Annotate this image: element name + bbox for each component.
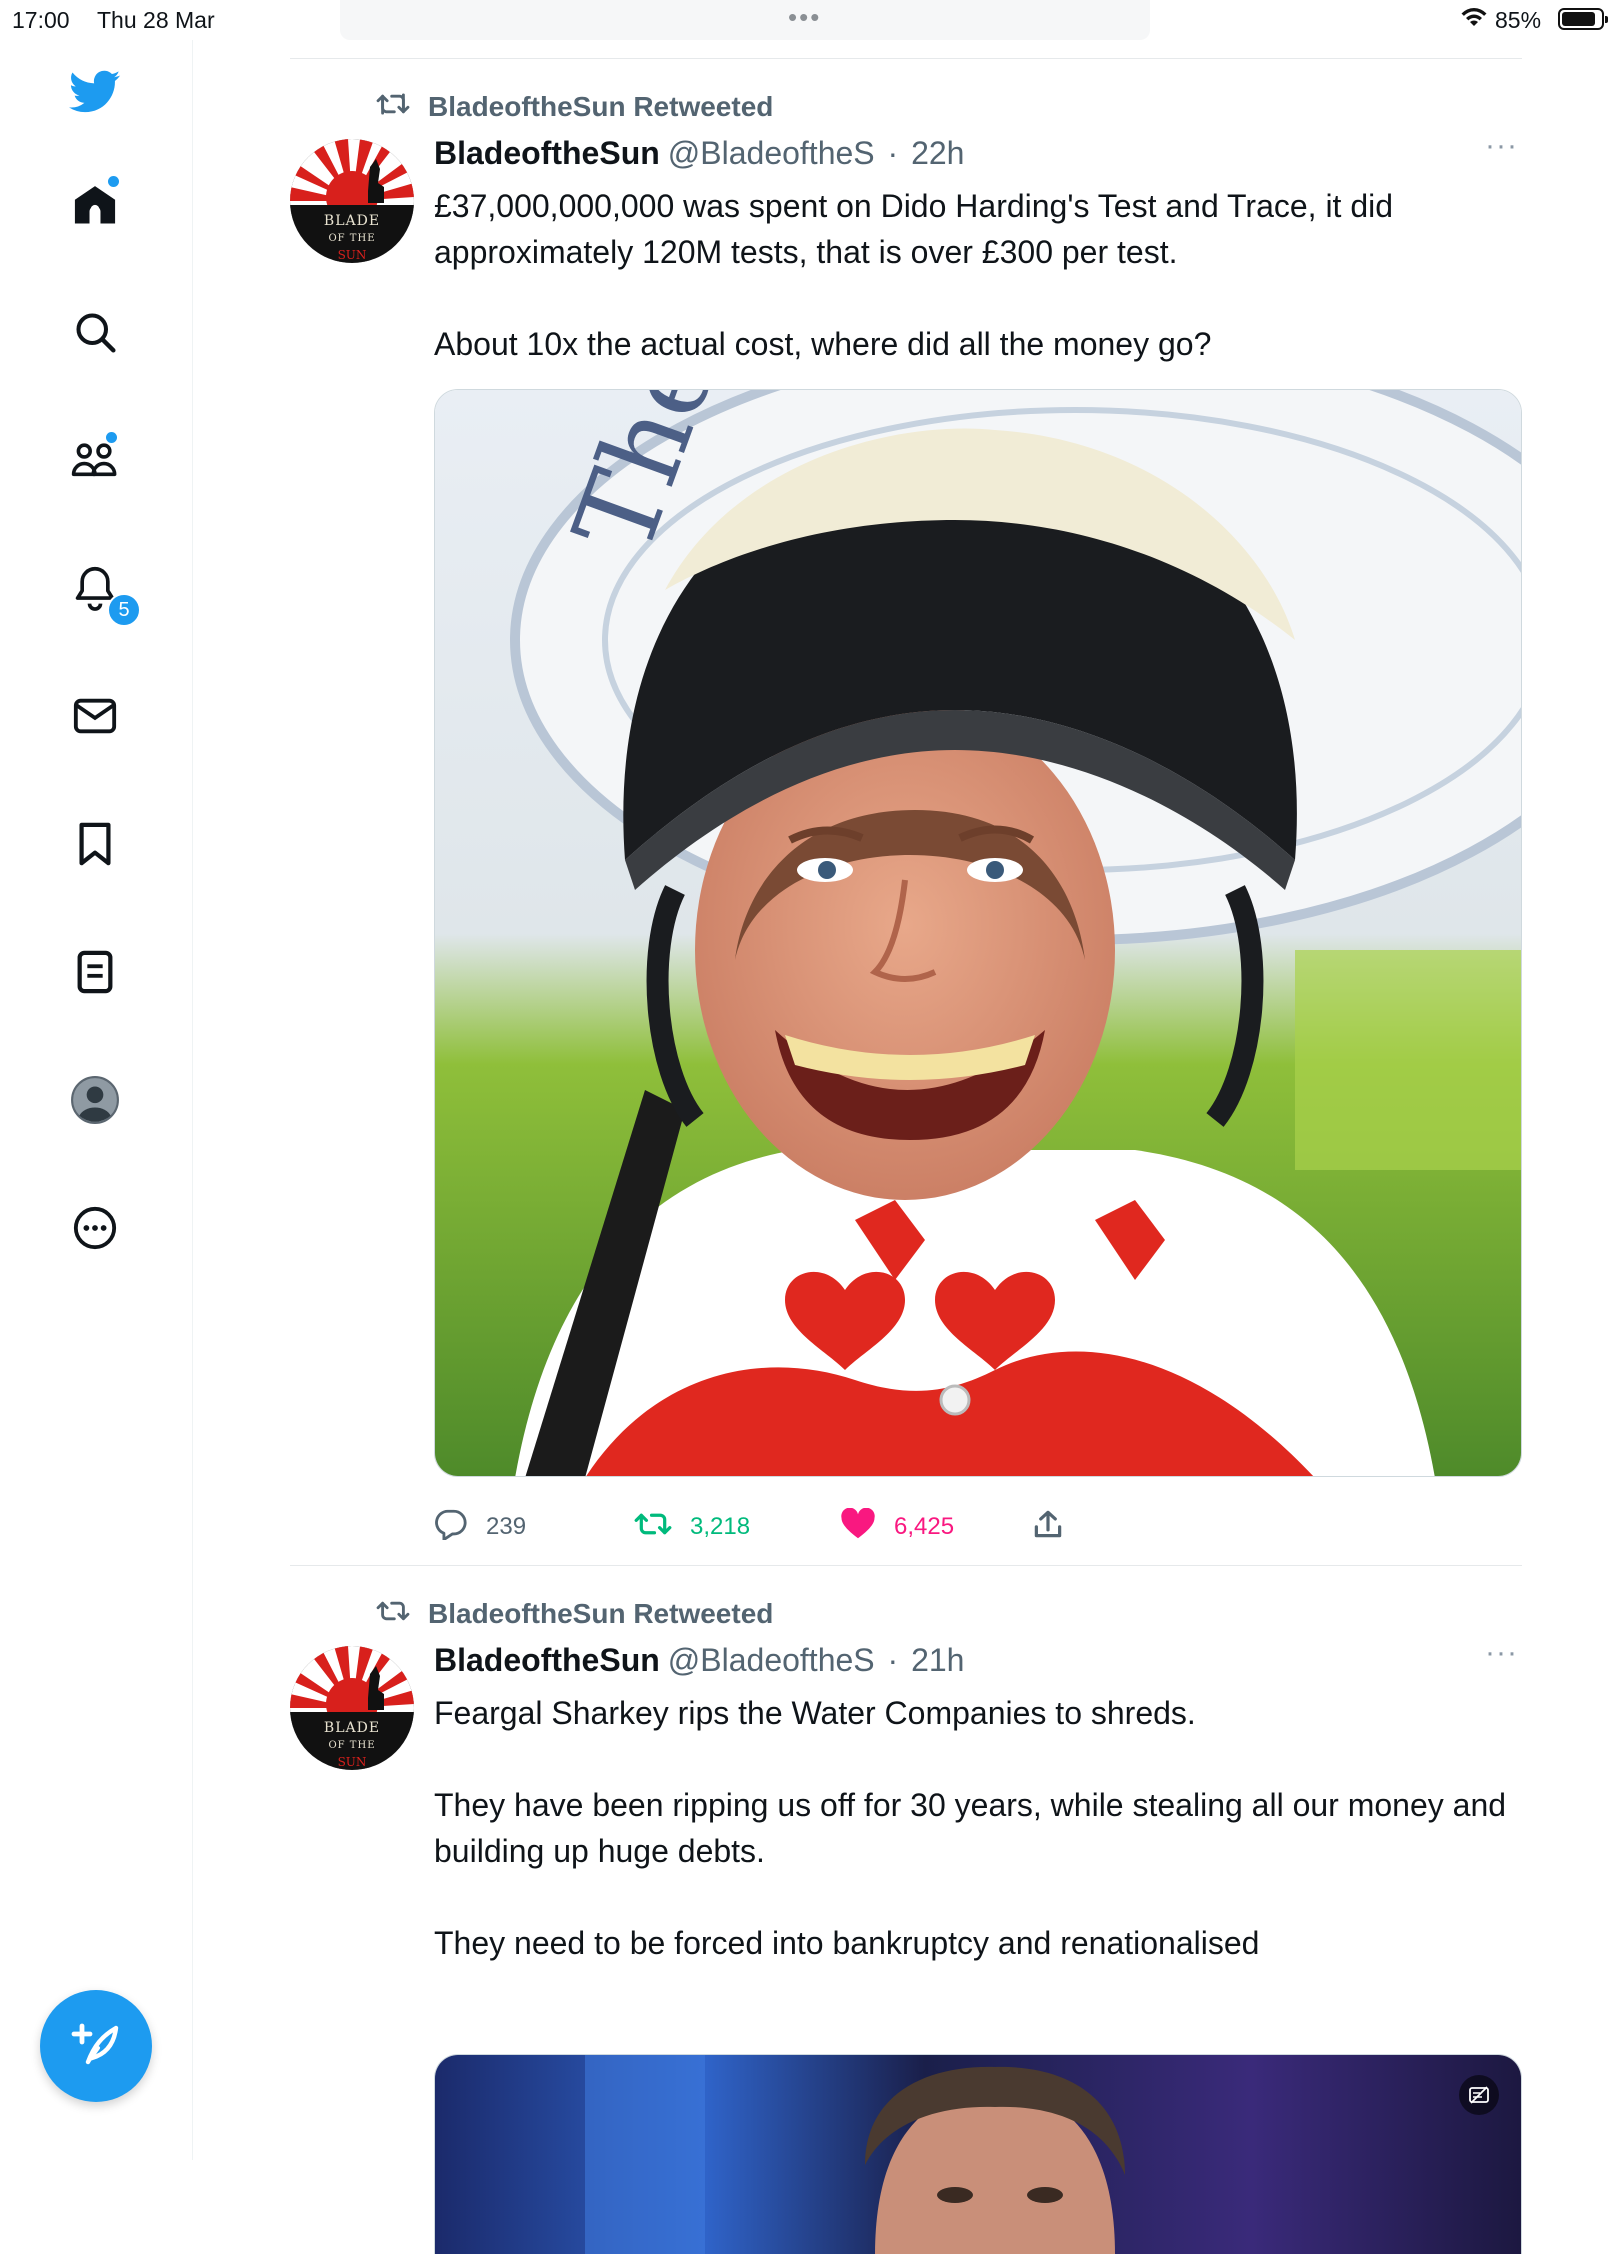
tweet[interactable]: BladeoftheSun Retweeted BLADE OF THE SUN: [290, 59, 1522, 1565]
svg-text:OF THE: OF THE: [328, 1740, 375, 1751]
heart-icon: [840, 1507, 894, 1547]
avatar-icon: [70, 1075, 120, 1130]
reply-count: 239: [486, 1513, 527, 1540]
more-circle-icon: [72, 1205, 118, 1256]
compose-feather-icon: [70, 2018, 122, 2075]
timeline: BladeoftheSun Retweeted BLADE OF THE SUN: [290, 58, 1524, 2254]
status-bar: 17:00 Thu 28 Mar ••• 85%: [0, 0, 1620, 40]
sidebar-item-bookmarks[interactable]: [67, 818, 123, 874]
reply-icon: [434, 1508, 486, 1547]
bookmark-icon: [77, 821, 113, 872]
multitasking-dots[interactable]: •••: [788, 2, 821, 33]
sidebar-nav: 5: [0, 40, 193, 2160]
tweet-paragraph: About 10x the actual cost, where did all…: [434, 326, 1212, 362]
retweeted-by-label: BladeoftheSun Retweeted: [428, 91, 774, 122]
retweet-icon: [376, 1598, 428, 1631]
tweet-paragraph: They need to be forced into bankruptcy a…: [434, 1925, 1260, 1961]
sidebar-item-messages[interactable]: [67, 690, 123, 746]
author-name[interactable]: BladeoftheSun: [434, 135, 660, 171]
retweet-button[interactable]: 3,218: [634, 1509, 750, 1546]
video-still-feargal-sharkey: [435, 2055, 1521, 2254]
tweet[interactable]: BladeoftheSun Retweeted BLADE OF THE SUN: [290, 1566, 1524, 2254]
header-separator: ·: [887, 135, 899, 171]
like-button[interactable]: 6,425: [840, 1507, 955, 1547]
tweet-text: Feargal Sharkey rips the Water Companies…: [434, 1690, 1524, 1966]
svg-text:OF THE: OF THE: [328, 233, 375, 244]
retweet-count: 3,218: [690, 1513, 751, 1540]
tweet-header: BladeoftheSun @BladeoftheS · 21h ···: [434, 1636, 1522, 1682]
retweet-context[interactable]: BladeoftheSun Retweeted: [376, 89, 773, 125]
retweet-icon: [634, 1509, 690, 1546]
twitter-logo-icon[interactable]: [67, 64, 123, 120]
tweet-text: £37,000,000,000 was spent on Dido Hardin…: [434, 183, 1524, 367]
sidebar-item-explore[interactable]: [67, 306, 123, 362]
svg-text:SUN: SUN: [338, 248, 367, 262]
communities-unread-dot: [106, 432, 117, 443]
tweet-time[interactable]: 21h: [911, 1642, 964, 1678]
retweeted-by-label: BladeoftheSun Retweeted: [428, 1598, 774, 1629]
sidebar-item-more[interactable]: [67, 1202, 123, 1258]
tweet-paragraph: Feargal Sharkey rips the Water Companies…: [434, 1695, 1196, 1731]
battery-percent: 85%: [1495, 7, 1542, 33]
tweet-author-avatar[interactable]: BLADE OF THE SUN: [290, 139, 414, 263]
status-time: 17:00: [12, 7, 70, 33]
tweet-more-button[interactable]: ···: [1485, 1636, 1518, 1670]
retweet-icon: [376, 91, 428, 124]
sidebar-item-communities[interactable]: [67, 432, 123, 490]
tweet-paragraph: £37,000,000,000 was spent on Dido Hardin…: [434, 188, 1394, 270]
home-unread-dot: [108, 176, 119, 187]
tweet-more-button[interactable]: ···: [1485, 129, 1518, 163]
header-separator: ·: [887, 1642, 899, 1678]
reply-button[interactable]: 239: [434, 1508, 526, 1547]
tweet-media-photo[interactable]: The: [434, 389, 1522, 1477]
share-button[interactable]: [1032, 1508, 1082, 1547]
battery-icon: [1558, 8, 1608, 30]
author-handle[interactable]: @BladeoftheS: [668, 1642, 875, 1678]
like-count: 6,425: [894, 1513, 955, 1540]
wifi-icon: [1460, 6, 1488, 36]
sidebar-item-home[interactable]: [67, 176, 123, 234]
share-icon: [1032, 1508, 1082, 1547]
lists-icon: [75, 949, 115, 1000]
compose-tweet-button[interactable]: [40, 1990, 152, 2102]
tweet-media-video[interactable]: [434, 2054, 1522, 2254]
tweet-author-avatar[interactable]: BLADE OF THE SUN: [290, 1646, 414, 1770]
tweet-actions: 239 3,218 6,425: [434, 1507, 1522, 1547]
search-icon: [73, 310, 117, 359]
sidebar-item-lists[interactable]: [67, 946, 123, 1002]
status-date: Thu 28 Mar: [97, 7, 215, 33]
svg-text:BLADE: BLADE: [324, 213, 380, 229]
author-handle[interactable]: @BladeoftheS: [668, 135, 875, 171]
tweet-time[interactable]: 22h: [911, 135, 964, 171]
photo-jockey-portrait: The: [435, 390, 1521, 1476]
tweet-header: BladeoftheSun @BladeoftheS · 22h ···: [434, 129, 1522, 175]
retweet-context[interactable]: BladeoftheSun Retweeted: [376, 1596, 773, 1632]
notification-count-badge: 5: [107, 593, 141, 627]
mail-icon: [72, 696, 118, 741]
sidebar-item-profile[interactable]: [67, 1074, 123, 1130]
communities-icon: [70, 438, 120, 487]
media-options-icon[interactable]: [1459, 2075, 1499, 2115]
tweet-paragraph: They have been ripping us off for 30 yea…: [434, 1787, 1507, 1869]
svg-text:SUN: SUN: [338, 1755, 367, 1769]
svg-text:BLADE: BLADE: [324, 1720, 380, 1736]
home-icon: [73, 183, 117, 230]
author-name[interactable]: BladeoftheSun: [434, 1642, 660, 1678]
